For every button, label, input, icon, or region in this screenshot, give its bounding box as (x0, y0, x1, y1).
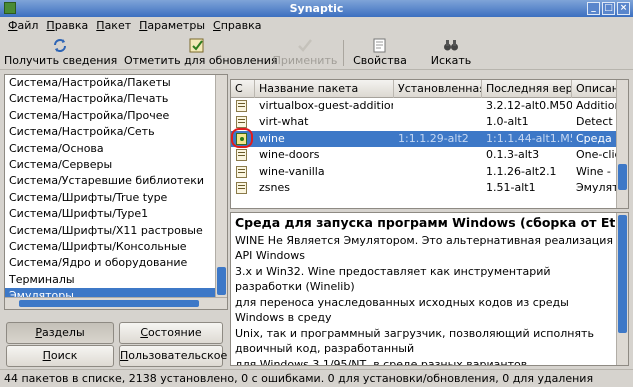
category-item[interactable]: Система/Настройка/Прочее (5, 108, 227, 124)
package-short-description: Среда (576, 131, 612, 145)
apply-check-icon (298, 39, 312, 52)
description-title: Среда для запуска программ Windows (сбор… (235, 215, 615, 230)
menu-edit[interactable]: Правка (42, 17, 92, 35)
package-short-description: One-clic (576, 148, 618, 162)
package-short-description: Эмулят (576, 181, 618, 194)
latest-version: 1.51-alt1 (486, 181, 536, 194)
status-button[interactable]: Состояние (119, 322, 223, 344)
close-icon[interactable]: × (617, 2, 630, 15)
toolbar-separator (343, 40, 344, 66)
package-description: Среда для запуска программ Windows (сбор… (230, 212, 629, 366)
category-item[interactable]: Система/Ядро и оборудование (5, 255, 227, 271)
binoculars-icon (444, 40, 458, 51)
package-name: virt-what (259, 115, 309, 129)
search-button[interactable]: Искать (420, 38, 482, 68)
category-list[interactable]: Система/Настройка/Пакеты Система/Настройк… (4, 74, 228, 310)
column-installed-version[interactable]: Установленная (394, 80, 482, 98)
description-scrollbar[interactable] (616, 213, 628, 365)
column-description[interactable]: Описан (572, 80, 618, 98)
installed-version: 1:1.1.29-alt2 (398, 131, 469, 145)
apply-button[interactable]: Применить (272, 38, 338, 68)
category-item[interactable]: Система/Серверы (5, 157, 227, 173)
highlight-ring (231, 128, 253, 148)
package-available-icon[interactable] (236, 116, 247, 129)
package-row[interactable]: wine 1:1.1.29-alt2 1:1.1.44-alt1.M5 Среда (231, 130, 618, 148)
category-item[interactable]: Система/Шрифты/Type1 (5, 206, 227, 222)
menu-file[interactable]: Файл (4, 17, 42, 35)
custom-filters-button[interactable]: Пользовательское (119, 345, 227, 367)
package-name: wine (259, 131, 285, 145)
scroll-thumb[interactable] (217, 267, 226, 295)
window-titlebar[interactable]: Synaptic _ □ × (0, 0, 633, 17)
package-list-header: С Название пакета Установленная Последня… (231, 80, 618, 98)
menu-settings[interactable]: Параметры (135, 17, 209, 35)
description-line: для Windows 3.1/95/NT, в среде разных ва… (235, 358, 528, 366)
description-body: WINE Не Является Эмулятором. Это альтерн… (235, 234, 613, 366)
package-row[interactable]: wine-doors 0.1.3-alt3 One-clic (231, 147, 618, 163)
package-available-icon[interactable] (236, 100, 247, 112)
category-item[interactable]: Система/Шрифты/True type (5, 190, 227, 206)
latest-version: 1.0-alt1 (486, 115, 529, 129)
reload-icon (54, 39, 66, 52)
latest-version: 0.1.3-alt3 (486, 148, 540, 162)
package-short-description: Detect (576, 115, 613, 129)
category-item[interactable]: Система/Шрифты/X11 растровые (5, 223, 227, 239)
description-line: WINE Не Является Эмулятором. Это альтерн… (235, 234, 613, 262)
package-row[interactable]: virtualbox-guest-additions 3.2.12-alt0.M5… (231, 98, 618, 114)
package-list[interactable]: С Название пакета Установленная Последня… (230, 79, 629, 209)
package-short-description: Addition (576, 99, 618, 112)
category-item[interactable]: Система/Шрифты/Консольные (5, 239, 227, 255)
maximize-icon[interactable]: □ (602, 2, 615, 15)
search-results-button[interactable]: Поиск (6, 345, 114, 367)
package-row[interactable]: wine-vanilla 1.1.26-alt2.1 Wine - (231, 164, 618, 180)
category-item[interactable]: Система/Настройка/Пакеты (5, 75, 227, 91)
window-controls: _ □ × (587, 2, 630, 15)
description-line: 3.x и Win32. Wine предоставляет как инст… (235, 265, 551, 293)
mark-upgrades-button[interactable]: Отметить для обновления (124, 38, 278, 68)
scroll-thumb[interactable] (19, 300, 199, 307)
category-horizontal-scrollbar[interactable] (5, 297, 227, 309)
package-available-icon[interactable] (236, 182, 247, 194)
package-row[interactable]: zsnes 1.51-alt1 Эмулят (231, 180, 618, 196)
latest-version: 3.2.12-alt0.M50F (486, 99, 572, 112)
column-latest-version[interactable]: Последняя верс (482, 80, 572, 98)
sections-button[interactable]: Разделы (6, 322, 114, 344)
package-name: wine-doors (259, 148, 320, 162)
category-item[interactable]: Терминалы (5, 272, 227, 288)
scroll-thumb[interactable] (618, 215, 627, 333)
reload-button[interactable]: Получить сведения (4, 38, 117, 68)
status-bar: 44 пакетов в списке, 2138 установлено, 0… (0, 369, 633, 387)
toolbar: Получить сведения Отметить для обновлени… (0, 36, 633, 70)
latest-version: 1.1.26-alt2.1 (486, 164, 557, 178)
package-available-icon[interactable] (236, 149, 247, 162)
minimize-icon[interactable]: _ (587, 2, 600, 15)
window-title: Synaptic (289, 2, 344, 15)
package-row[interactable]: virt-what 1.0-alt1 Detect (231, 114, 618, 130)
category-items: Система/Настройка/Пакеты Система/Настройк… (5, 75, 227, 305)
description-line: для переноса унаследованных исходных код… (235, 296, 569, 324)
scroll-thumb[interactable] (618, 164, 627, 190)
package-name: zsnes (259, 181, 290, 194)
package-list-scrollbar[interactable] (616, 80, 628, 208)
package-short-description: Wine - (576, 164, 611, 178)
menu-bar: Файл Правка Пакет Параметры Справка (0, 17, 633, 35)
package-name: wine-vanilla (259, 164, 325, 178)
menu-help[interactable]: Справка (209, 17, 265, 35)
properties-button[interactable]: Свойства (349, 38, 411, 68)
properties-icon (373, 38, 386, 53)
category-vertical-scrollbar[interactable] (215, 75, 227, 297)
package-available-icon[interactable] (236, 165, 247, 178)
package-name: virtualbox-guest-additions (259, 99, 393, 112)
latest-version: 1:1.1.44-alt1.M5 (486, 131, 572, 145)
category-item[interactable]: Система/Настройка/Сеть (5, 124, 227, 140)
description-line: Unix, так и программный загрузчик, позво… (235, 327, 594, 355)
category-item[interactable]: Система/Основа (5, 141, 227, 157)
category-item[interactable]: Система/Настройка/Печать (5, 91, 227, 107)
menu-package[interactable]: Пакет (92, 17, 135, 35)
column-package-name[interactable]: Название пакета (255, 80, 394, 98)
column-status[interactable]: С (231, 80, 255, 98)
mark-upgrades-icon (189, 38, 204, 53)
category-item[interactable]: Система/Устаревшие библиотеки (5, 173, 227, 189)
